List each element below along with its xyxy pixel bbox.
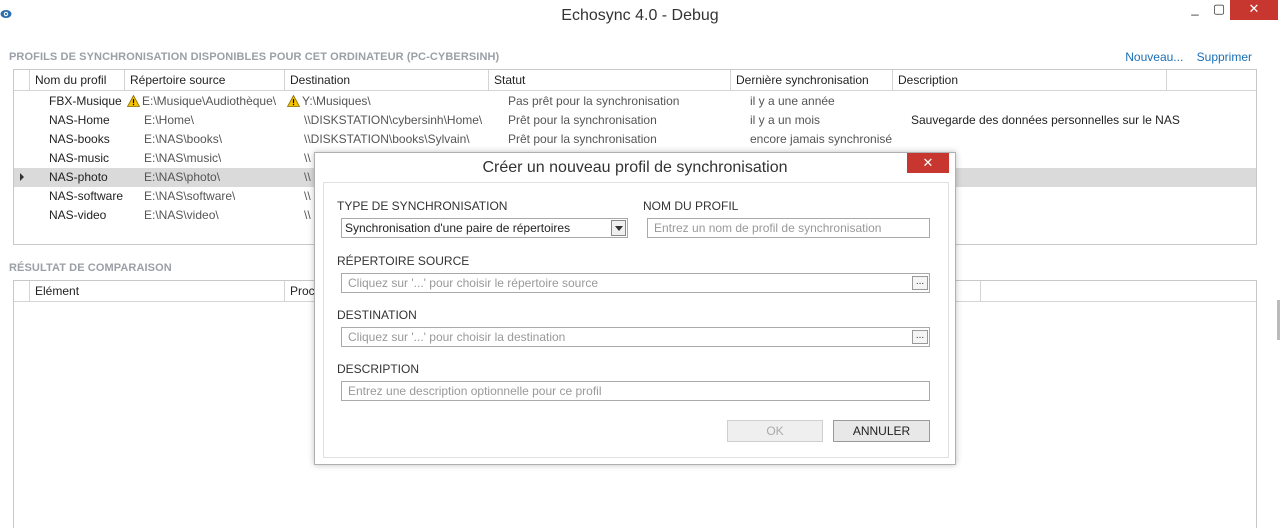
- destination-path: \\DISKSTATION\cybersinh\Home\: [304, 113, 483, 127]
- last-sync-cell: il y a une année: [750, 94, 835, 108]
- new-profile-dialog: Créer un nouveau profil de synchronisati…: [314, 152, 956, 465]
- destination-path: \\: [304, 170, 311, 184]
- dialog-body: TYPE DE SYNCHRONISATION Synchronisation …: [323, 182, 949, 458]
- status-cell: Prêt pour la synchronisation: [508, 113, 657, 127]
- comparison-section-title: RÉSULTAT DE COMPARAISON: [9, 262, 172, 274]
- destination-placeholder: Cliquez sur '...' pour choisir la destin…: [348, 330, 566, 344]
- column-header[interactable]: Description: [893, 70, 1167, 91]
- source-input[interactable]: Cliquez sur '...' pour choisir le répert…: [341, 273, 930, 293]
- chevron-down-icon[interactable]: [611, 220, 626, 236]
- window-title: Echosync 4.0 - Debug: [561, 7, 719, 24]
- destination-path: \\DISKSTATION\books\Sylvain\: [304, 132, 470, 146]
- profile-name-input[interactable]: Entrez un nom de profil de synchronisati…: [647, 218, 930, 238]
- profile-name: NAS-music: [49, 151, 110, 165]
- destination-cell: Y:\Musiques\: [287, 92, 371, 111]
- destination-path: Y:\Musiques\: [302, 94, 371, 108]
- dialog-close-button[interactable]: ✕: [907, 153, 949, 173]
- sync-type-label: TYPE DE SYNCHRONISATION: [337, 199, 508, 213]
- table-row[interactable]: FBX-Musique E:\Musique\Audiothèque\ Y:\M…: [14, 92, 1256, 111]
- source-cell: E:\Musique\Audiothèque\: [127, 92, 276, 111]
- profile-name-label: NOM DU PROFIL: [643, 199, 739, 213]
- sync-type-select[interactable]: Synchronisation d'une paire de répertoir…: [341, 218, 628, 238]
- column-header[interactable]: Répertoire source: [125, 70, 285, 91]
- source-path: E:\Musique\Audiothèque\: [142, 94, 277, 108]
- row-indicator-header: [14, 281, 30, 302]
- status-cell: Prêt pour la synchronisation: [508, 132, 657, 146]
- sync-type-value: Synchronisation d'une paire de répertoir…: [345, 221, 571, 235]
- table-row[interactable]: NAS-books E:\NAS\books\ \\DISKSTATION\bo…: [14, 130, 1256, 149]
- row-indicator-header: [14, 70, 30, 91]
- table-row[interactable]: NAS-Home E:\Home\ \\DISKSTATION\cybersin…: [14, 111, 1256, 130]
- profile-actions: Nouveau... Supprimer: [1115, 50, 1252, 64]
- profile-name: FBX-Musique: [49, 94, 122, 108]
- profile-name: NAS-software: [49, 189, 124, 203]
- description-label: DESCRIPTION: [337, 362, 420, 376]
- maximize-button[interactable]: ▢: [1206, 0, 1232, 20]
- column-header[interactable]: Destination: [285, 70, 489, 91]
- profile-name: NAS-books: [49, 132, 110, 146]
- ok-button[interactable]: OK: [727, 420, 823, 442]
- status-cell: Pas prêt pour la synchronisation: [508, 94, 680, 108]
- last-sync-cell: il y a un mois: [750, 113, 821, 127]
- source-path: E:\NAS\photo\: [144, 170, 221, 184]
- dialog-title: Créer un nouveau profil de synchronisati…: [482, 159, 788, 176]
- title-bar: Echosync 4.0 - Debug _ ▢ ✕: [0, 0, 1280, 32]
- column-header[interactable]: Dernière synchronisation: [731, 70, 893, 91]
- description-input[interactable]: Entrez une description optionnelle pour …: [341, 381, 930, 401]
- profile-name: NAS-photo: [49, 170, 108, 184]
- browse-source-button[interactable]: ...: [912, 276, 928, 290]
- cancel-button[interactable]: ANNULER: [833, 420, 930, 442]
- minimize-button[interactable]: _: [1182, 0, 1208, 20]
- destination-path: \\: [304, 151, 311, 165]
- destination-input[interactable]: Cliquez sur '...' pour choisir la destin…: [341, 327, 930, 347]
- warning-icon: [127, 95, 140, 107]
- warning-icon: [287, 95, 300, 107]
- column-header[interactable]: Nom du profil: [30, 70, 125, 91]
- source-label: RÉPERTOIRE SOURCE: [337, 254, 470, 268]
- source-path: E:\Home\: [144, 113, 195, 127]
- profiles-section-title: PROFILS DE SYNCHRONISATION DISPONIBLES P…: [9, 51, 500, 63]
- column-header[interactable]: Statut: [489, 70, 731, 91]
- source-path: E:\NAS\books\: [144, 132, 223, 146]
- source-placeholder: Cliquez sur '...' pour choisir le répert…: [348, 276, 599, 290]
- profile-name: NAS-video: [49, 208, 107, 222]
- profiles-table-header: Nom du profil Répertoire source Destinat…: [14, 70, 1256, 91]
- delete-profile-link[interactable]: Supprimer: [1197, 50, 1252, 64]
- browse-destination-button[interactable]: ...: [912, 330, 928, 344]
- last-sync-cell: encore jamais synchronisé: [750, 132, 893, 146]
- source-path: E:\NAS\music\: [144, 151, 222, 165]
- destination-path: \\: [304, 189, 311, 203]
- profile-name: NAS-Home: [49, 113, 110, 127]
- destination-label: DESTINATION: [337, 308, 417, 322]
- destination-path: \\: [304, 208, 311, 222]
- source-path: E:\NAS\video\: [144, 208, 219, 222]
- description-cell: Sauvegarde des données personnelles sur …: [911, 113, 1180, 127]
- row-pointer-icon: [20, 173, 24, 181]
- source-path: E:\NAS\software\: [144, 189, 236, 203]
- close-window-button[interactable]: ✕: [1230, 0, 1278, 20]
- new-profile-link[interactable]: Nouveau...: [1125, 50, 1183, 64]
- column-header[interactable]: Elément: [30, 281, 285, 302]
